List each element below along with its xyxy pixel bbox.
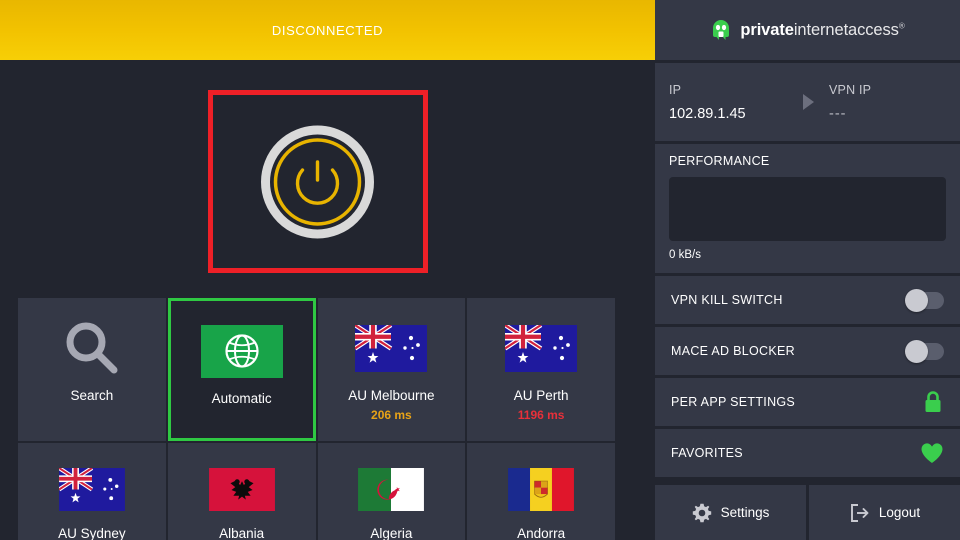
tile-au-sydney[interactable]: AU Sydney bbox=[18, 443, 166, 540]
flag-australia-icon bbox=[505, 324, 578, 372]
globe-icon bbox=[225, 334, 259, 368]
connection-status-label: DISCONNECTED bbox=[271, 22, 384, 38]
tile-label: Andorra bbox=[517, 525, 566, 540]
tile-icon-wrap bbox=[200, 317, 283, 385]
performance-graph bbox=[669, 177, 946, 241]
power-icon bbox=[261, 125, 374, 239]
tile-label: Albania bbox=[219, 525, 265, 540]
toggle-knob bbox=[905, 288, 928, 312]
tile-label: Automatic bbox=[211, 391, 272, 406]
location-tile-grid: Search Automatic AU Melbourne 206 ms AU … bbox=[18, 298, 615, 540]
tile-au-melbourne[interactable]: AU Melbourne 206 ms bbox=[317, 298, 466, 441]
tile-label: AU Perth bbox=[513, 388, 569, 403]
brand-bold: private bbox=[740, 20, 794, 39]
logout-button-label: Logout bbox=[878, 505, 921, 520]
lock-icon[interactable] bbox=[922, 390, 944, 414]
sidebar: privateinternetaccess® IP 102.89.1.45 VP… bbox=[655, 0, 960, 540]
logout-icon bbox=[850, 503, 869, 522]
tile-label: Search bbox=[70, 388, 114, 403]
tile-icon-wrap bbox=[358, 459, 425, 520]
search-icon bbox=[66, 322, 118, 374]
tile-label: Algeria bbox=[370, 525, 413, 540]
row-label: FAVORITES bbox=[671, 446, 743, 460]
tile-label: AU Sydney bbox=[58, 525, 126, 540]
ip-info-panel: IP 102.89.1.45 VPN IP --- bbox=[655, 63, 960, 141]
logout-button[interactable]: Logout bbox=[809, 485, 960, 540]
heart-icon[interactable] bbox=[920, 442, 944, 464]
row-per-app-settings[interactable]: PER APP SETTINGS bbox=[655, 378, 960, 426]
row-label: PER APP SETTINGS bbox=[671, 395, 796, 409]
vpn-ip-column: VPN IP --- bbox=[829, 83, 871, 122]
row-label: MACE AD BLOCKER bbox=[671, 344, 795, 358]
connection-status-banner: DISCONNECTED bbox=[0, 0, 655, 60]
vpn-ip-label: VPN IP bbox=[829, 82, 872, 97]
tile-icon-wrap bbox=[208, 459, 275, 520]
flag-andorra-icon bbox=[508, 467, 575, 511]
registered-mark: ® bbox=[898, 21, 905, 30]
tile-icon-wrap bbox=[355, 314, 428, 382]
pia-vpn-window: DISCONNECTED Search Automatic AU Melbour… bbox=[0, 0, 960, 540]
arrow-right-icon bbox=[803, 94, 814, 110]
row-label: VPN KILL SWITCH bbox=[671, 293, 783, 307]
vpn-ip-value: --- bbox=[829, 105, 847, 122]
tile-au-perth[interactable]: AU Perth 1196 ms bbox=[467, 298, 615, 441]
brand-header: privateinternetaccess® bbox=[655, 0, 960, 60]
globe-badge bbox=[200, 324, 283, 378]
flag-australia-icon bbox=[355, 324, 428, 372]
power-button-region bbox=[0, 60, 655, 298]
settings-button[interactable]: Settings bbox=[655, 485, 806, 540]
performance-title: PERFORMANCE bbox=[669, 154, 770, 168]
settings-button-label: Settings bbox=[720, 505, 770, 520]
main-pane: DISCONNECTED Search Automatic AU Melbour… bbox=[0, 0, 655, 540]
tile-automatic[interactable]: Automatic bbox=[167, 298, 316, 441]
tile-algeria[interactable]: Algeria bbox=[317, 443, 466, 540]
flag-algeria-icon bbox=[358, 467, 425, 511]
row-vpn-kill-switch[interactable]: VPN KILL SWITCH bbox=[655, 276, 960, 324]
tile-label: AU Melbourne bbox=[348, 388, 435, 403]
pia-mascot-icon bbox=[713, 20, 730, 40]
brand-name: privateinternetaccess® bbox=[740, 21, 904, 40]
lock-glyph bbox=[925, 391, 941, 412]
performance-rate: 0 kB/s bbox=[669, 249, 701, 261]
tile-andorra[interactable]: Andorra bbox=[467, 443, 615, 540]
toggle-knob bbox=[905, 339, 928, 363]
vpn-kill-switch-toggle[interactable] bbox=[905, 288, 944, 312]
tile-latency: 1196 ms bbox=[517, 408, 565, 423]
power-toggle-button[interactable] bbox=[240, 122, 395, 242]
flag-australia-icon bbox=[58, 467, 125, 511]
performance-panel: PERFORMANCE 0 kB/s bbox=[655, 144, 960, 273]
tile-icon-wrap bbox=[505, 314, 578, 382]
gear-icon bbox=[692, 503, 711, 522]
tile-icon-wrap bbox=[61, 314, 123, 382]
sidebar-bottom-bar: Settings Logout bbox=[655, 485, 960, 540]
tile-search[interactable]: Search bbox=[18, 298, 166, 441]
brand-light: internetaccess bbox=[793, 20, 899, 39]
heart-glyph bbox=[921, 443, 943, 463]
flag-albania-icon bbox=[208, 467, 275, 511]
row-mace-ad-blocker[interactable]: MACE AD BLOCKER bbox=[655, 327, 960, 375]
tile-icon-wrap bbox=[58, 459, 125, 520]
brand-row: privateinternetaccess® bbox=[710, 19, 905, 41]
tile-albania[interactable]: Albania bbox=[167, 443, 316, 540]
tile-latency: 206 ms bbox=[371, 408, 412, 423]
tile-icon-wrap bbox=[508, 459, 575, 520]
mace-ad-blocker-toggle[interactable] bbox=[905, 339, 944, 363]
row-favorites[interactable]: FAVORITES bbox=[655, 429, 960, 477]
